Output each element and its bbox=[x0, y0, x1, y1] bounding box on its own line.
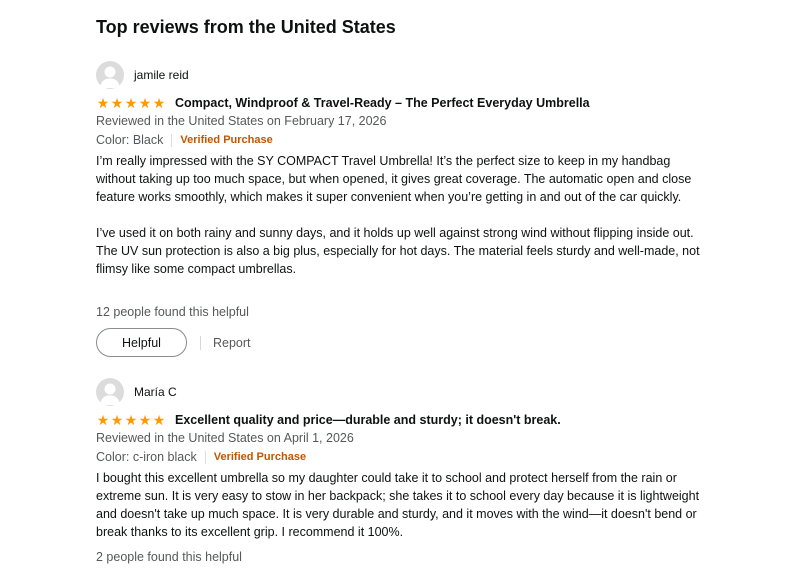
report-link[interactable]: Report bbox=[213, 336, 251, 350]
review-date: Reviewed in the United States on April 1… bbox=[96, 431, 354, 445]
reviewer-profile[interactable]: jamile reid bbox=[96, 61, 189, 89]
star-rating[interactable]: ★ ★ ★ ★ ★ bbox=[96, 96, 166, 110]
reviewer-name[interactable]: María C bbox=[134, 385, 177, 399]
star-rating[interactable]: ★ ★ ★ ★ ★ bbox=[96, 413, 166, 427]
reviewer-profile[interactable]: María C bbox=[96, 378, 177, 406]
review-paragraph: I’m really impressed with the SY COMPACT… bbox=[96, 154, 692, 204]
helpful-count: 2 people found this helpful bbox=[96, 550, 242, 564]
review-title[interactable]: Compact, Windproof & Travel-Ready – The … bbox=[175, 96, 590, 110]
star-icon: ★ bbox=[152, 95, 166, 111]
star-icon: ★ bbox=[138, 95, 152, 111]
user-avatar-icon[interactable] bbox=[96, 378, 124, 406]
meta-divider bbox=[204, 450, 206, 464]
star-icon: ★ bbox=[124, 412, 138, 428]
review-paragraph: I bought this excellent umbrella so my d… bbox=[96, 471, 700, 539]
review-title-row: ★ ★ ★ ★ ★ Excellent quality and price—du… bbox=[96, 411, 561, 429]
star-icon: ★ bbox=[110, 95, 124, 111]
helpful-button[interactable]: Helpful bbox=[96, 328, 187, 357]
review-title-row: ★ ★ ★ ★ ★ Compact, Windproof & Travel-Re… bbox=[96, 94, 590, 112]
review-format-row: Color: c-iron black Verified Purchase bbox=[96, 450, 306, 464]
review-actions: Helpful Report bbox=[96, 328, 251, 357]
review-body: I’m really impressed with the SY COMPACT… bbox=[96, 152, 706, 278]
helpful-count: 12 people found this helpful bbox=[96, 305, 249, 319]
star-icon: ★ bbox=[110, 412, 124, 428]
product-variant: Color: Black bbox=[96, 133, 164, 147]
section-title: Top reviews from the United States bbox=[96, 17, 396, 37]
review-title[interactable]: Excellent quality and price—durable and … bbox=[175, 413, 561, 427]
user-avatar-icon[interactable] bbox=[96, 61, 124, 89]
verified-purchase-badge: Verified Purchase bbox=[180, 134, 273, 146]
action-divider bbox=[200, 335, 201, 350]
star-icon: ★ bbox=[124, 95, 138, 111]
verified-purchase-badge: Verified Purchase bbox=[213, 451, 307, 463]
review-paragraph: I’ve used it on both rainy and sunny day… bbox=[96, 226, 700, 276]
star-icon: ★ bbox=[96, 412, 110, 428]
meta-divider bbox=[171, 133, 173, 147]
review-format-row: Color: Black Verified Purchase bbox=[96, 133, 273, 147]
product-variant: Color: c-iron black bbox=[96, 450, 197, 464]
star-icon: ★ bbox=[138, 412, 152, 428]
star-icon: ★ bbox=[152, 412, 166, 428]
reviewer-name[interactable]: jamile reid bbox=[134, 68, 189, 82]
review-date: Reviewed in the United States on Februar… bbox=[96, 114, 387, 128]
review-body: I bought this excellent umbrella so my d… bbox=[96, 469, 706, 541]
star-icon: ★ bbox=[96, 95, 110, 111]
